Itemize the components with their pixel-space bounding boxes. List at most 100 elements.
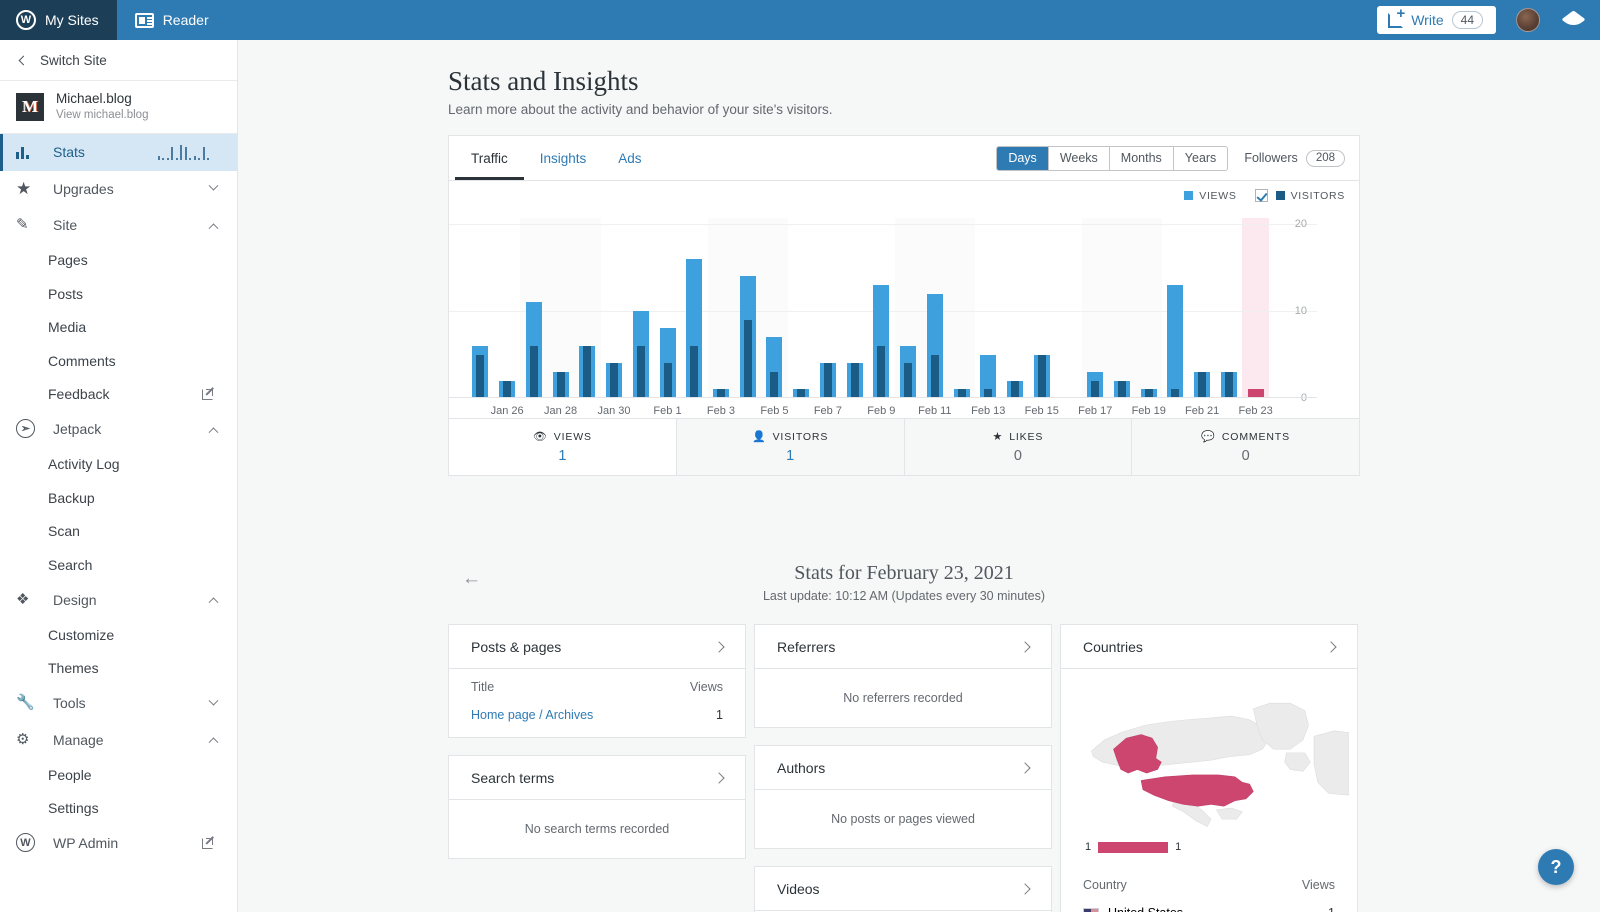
tab-ads[interactable]: Ads <box>602 136 657 180</box>
current-site[interactable]: M Michael.blog View michael.blog <box>0 81 237 134</box>
external-link-icon <box>202 388 213 400</box>
chart-bar[interactable] <box>579 218 596 398</box>
stats-bar-chart[interactable]: 0 10 20 Jan 26 Jan 28 Jan 30 Feb 1 Feb 3 Feb 5 Fe… <box>449 218 1317 417</box>
referrers-header[interactable]: Referrers <box>755 625 1051 669</box>
sidebar-item-label: Feedback <box>48 386 110 403</box>
summary-tab-likes[interactable]: ★ LIKES 0 <box>904 419 1133 475</box>
chart-bar[interactable] <box>793 218 810 398</box>
chevron-up-icon <box>208 597 219 608</box>
chart-bar[interactable] <box>1033 218 1050 398</box>
sidebar-item-site[interactable]: ✎ Site <box>0 207 237 244</box>
post-title-link[interactable]: Home page / Archives <box>471 708 593 722</box>
stats-tabs: Traffic Insights Ads <box>449 136 658 180</box>
chart-bar[interactable] <box>1113 218 1130 398</box>
sidebar-item-people[interactable]: People <box>0 758 237 792</box>
chart-bar[interactable] <box>659 218 676 398</box>
chart-bar-visitors <box>663 363 672 398</box>
followers-link[interactable]: Followers 208 <box>1244 149 1345 167</box>
chart-bar[interactable] <box>525 218 542 398</box>
table-row[interactable]: Home page / Archives 1 <box>449 701 745 729</box>
world-map[interactable] <box>1061 669 1357 841</box>
legend-item-views[interactable]: VIEWS <box>1184 190 1236 202</box>
countries-header[interactable]: Countries <box>1061 625 1357 669</box>
tab-insights[interactable]: Insights <box>524 136 603 180</box>
sidebar-item-comments[interactable]: Comments <box>0 344 237 378</box>
page-subtitle: Learn more about the activity and behavi… <box>448 102 833 117</box>
chart-bar[interactable] <box>1220 218 1237 398</box>
sidebar-item-manage[interactable]: ⚙ Manage <box>0 722 237 759</box>
sidebar-item-backup[interactable]: Backup <box>0 481 237 515</box>
sidebar-item-scan[interactable]: Scan <box>0 515 237 549</box>
sidebar-item-upgrades[interactable]: ★ Upgrades <box>0 171 237 208</box>
sidebar-item-posts[interactable]: Posts <box>0 277 237 311</box>
sidebar-item-label: Scan <box>48 523 80 540</box>
chart-bar[interactable] <box>846 218 863 398</box>
sidebar-item-jetpack[interactable]: ➣ Jetpack <box>0 411 237 448</box>
chart-bar[interactable] <box>686 218 703 398</box>
period-years[interactable]: Years <box>1174 147 1228 170</box>
notifications-icon[interactable] <box>1566 10 1586 30</box>
chart-bar[interactable] <box>1194 218 1211 398</box>
chart-bar[interactable] <box>766 218 783 398</box>
chart-bar[interactable] <box>1140 218 1157 398</box>
chart-bar[interactable] <box>472 218 489 398</box>
authors-header[interactable]: Authors <box>755 746 1051 790</box>
chart-bar[interactable] <box>606 218 623 398</box>
chart-bar[interactable] <box>632 218 649 398</box>
sidebar-item-customize[interactable]: Customize <box>0 618 237 652</box>
search-terms-header[interactable]: Search terms <box>449 756 745 800</box>
site-icon: M <box>16 93 44 121</box>
sidebar-item-pages[interactable]: Pages <box>0 244 237 278</box>
sidebar-item-feedback[interactable]: Feedback <box>0 378 237 412</box>
page-title: Stats and Insights <box>448 66 639 96</box>
chart-bar[interactable] <box>1247 218 1264 398</box>
period-months[interactable]: Months <box>1110 146 1174 170</box>
chart-bar[interactable] <box>926 218 943 398</box>
sidebar-item-activity-log[interactable]: Activity Log <box>0 448 237 482</box>
chart-bar[interactable] <box>739 218 756 398</box>
my-sites-button[interactable]: My Sites <box>0 0 117 40</box>
chart-bar[interactable] <box>1167 218 1184 398</box>
summary-tab-comments[interactable]: 💬 COMMENTS 0 <box>1132 419 1359 475</box>
legend-item-visitors[interactable]: VISITORS <box>1254 189 1345 202</box>
chart-bar[interactable] <box>1007 218 1024 398</box>
sidebar-item-media[interactable]: Media <box>0 311 237 345</box>
chart-bar[interactable] <box>819 218 836 398</box>
sidebar-item-design[interactable]: ❖ Design <box>0 582 237 619</box>
chart-bar[interactable] <box>499 218 516 398</box>
chart-bar[interactable] <box>900 218 917 398</box>
sidebar-item-label: Stats <box>53 144 85 161</box>
avatar[interactable] <box>1516 8 1540 32</box>
reader-button[interactable]: Reader <box>117 0 227 40</box>
period-selector[interactable]: Days Weeks Months Years <box>996 145 1229 171</box>
chart-bar[interactable] <box>712 218 729 398</box>
chart-bar[interactable] <box>873 218 890 398</box>
help-button[interactable]: ? <box>1538 849 1574 885</box>
chart-bar[interactable] <box>1087 218 1104 398</box>
switch-site-button[interactable]: Switch Site <box>0 40 237 81</box>
sidebar-item-stats[interactable]: Stats <box>0 134 237 171</box>
sidebar-item-tools[interactable]: 🔧 Tools <box>0 685 237 722</box>
period-days[interactable]: Days <box>997 146 1049 170</box>
gear-icon: ⚙ <box>16 730 30 748</box>
period-weeks[interactable]: Weeks <box>1049 146 1110 170</box>
sidebar-item-settings[interactable]: Settings <box>0 792 237 826</box>
videos-header[interactable]: Videos <box>755 867 1051 911</box>
posts-and-pages-header[interactable]: Posts & pages <box>449 625 745 669</box>
tab-traffic[interactable]: Traffic <box>455 136 524 180</box>
country-name: United States <box>1108 906 1183 912</box>
chart-bar[interactable] <box>1061 218 1077 398</box>
write-button[interactable]: Write 44 <box>1377 6 1496 34</box>
chart-bar[interactable] <box>953 218 970 398</box>
sidebar-item-wp-admin[interactable]: W WP Admin <box>0 825 237 862</box>
posts-and-pages-column-headers: Title Views <box>449 669 745 701</box>
sidebar-item-label: People <box>48 766 92 783</box>
table-row[interactable]: United States 1 <box>1061 899 1357 912</box>
chart-bar[interactable] <box>980 218 997 398</box>
summary-tab-views[interactable]: 👁 VIEWS 1 <box>449 419 677 475</box>
summary-tab-visitors[interactable]: 👤 VISITORS 1 <box>676 419 905 475</box>
legend-checkbox-visitors[interactable] <box>1254 189 1268 202</box>
chart-bar[interactable] <box>552 218 569 398</box>
sidebar-item-themes[interactable]: Themes <box>0 652 237 686</box>
sidebar-item-search[interactable]: Search <box>0 548 237 582</box>
